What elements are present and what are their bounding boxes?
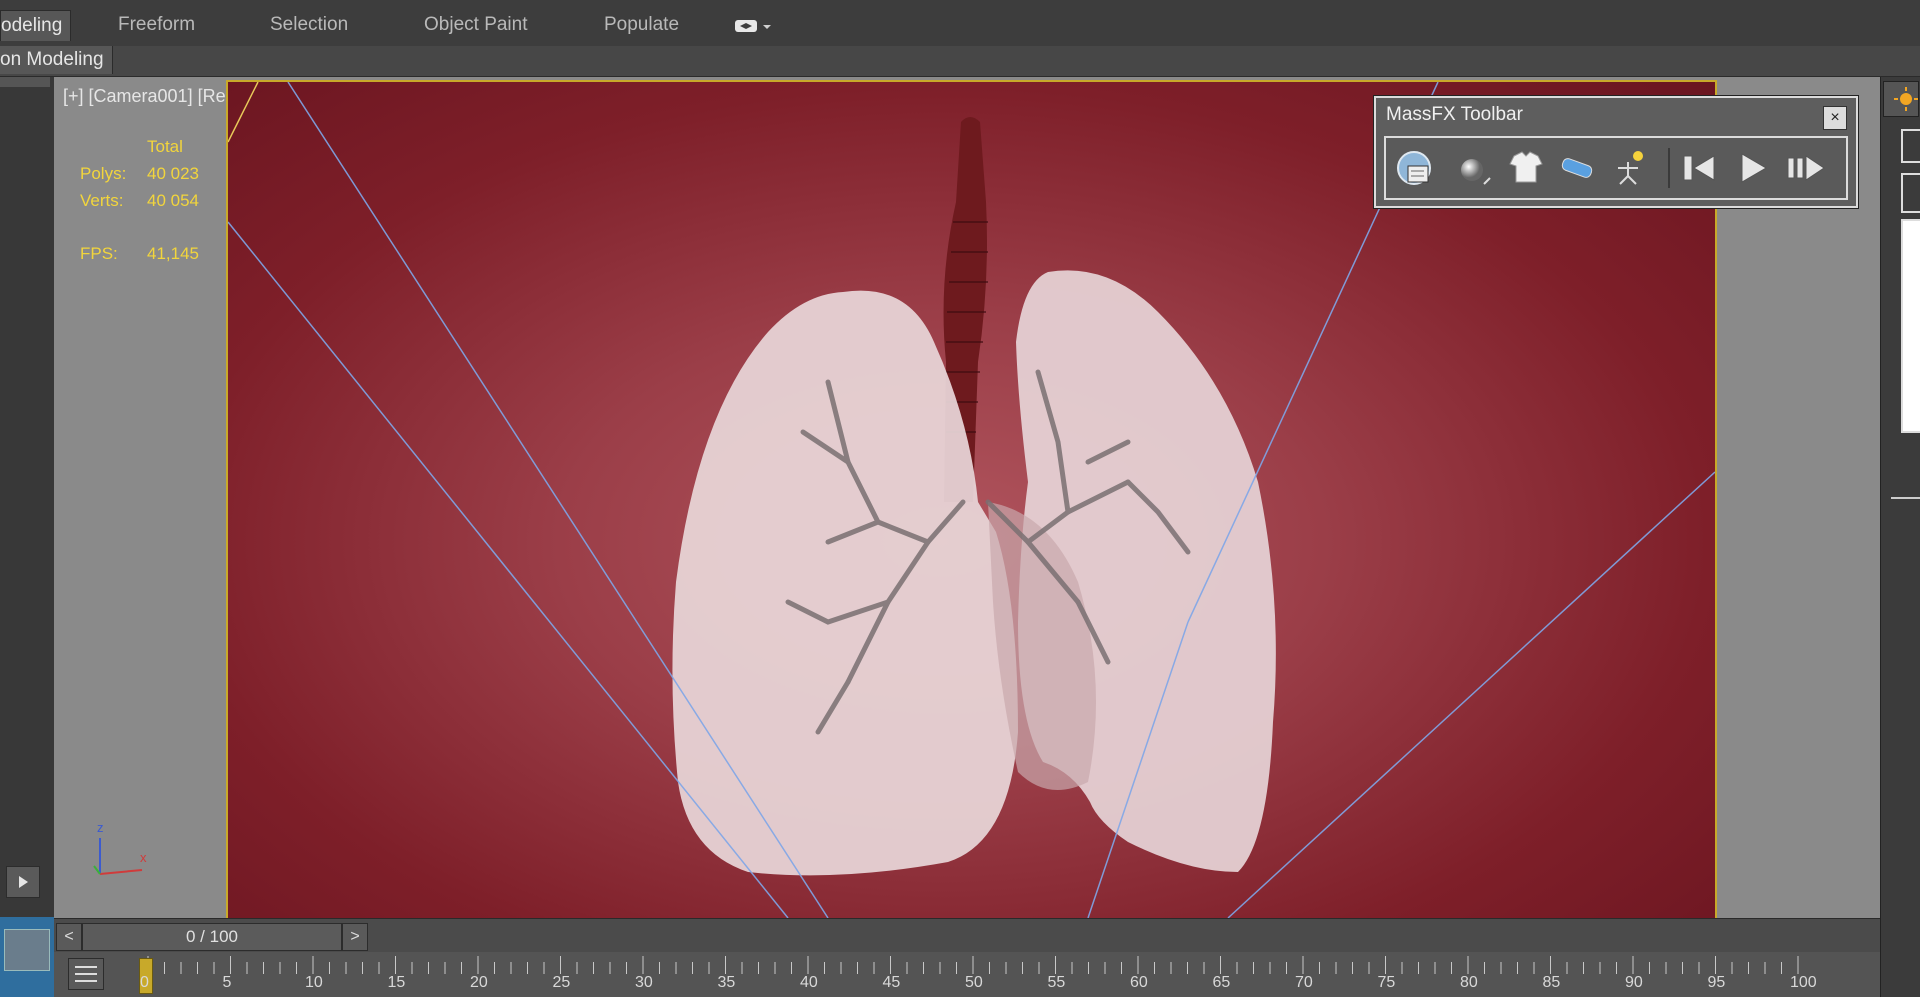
axis-z-label: z — [97, 820, 104, 835]
sun-icon — [1894, 87, 1918, 111]
panel-field[interactable] — [1901, 129, 1920, 163]
fps-value: 41,145 — [147, 244, 199, 263]
reset-simulation-button[interactable] — [1678, 146, 1722, 190]
massfx-title: MassFX Toolbar — [1386, 104, 1523, 125]
tick-label: 10 — [305, 974, 323, 991]
tick-label: 30 — [635, 974, 653, 991]
tick-label: 45 — [882, 974, 901, 991]
polys-value: 40 023 — [147, 164, 199, 183]
tick-label: 50 — [965, 974, 983, 991]
rigid-body-icon — [1461, 159, 1491, 185]
ribbon-tabs: odeling Freeform Selection Object Paint … — [0, 0, 1920, 47]
tick-label: 15 — [387, 974, 406, 991]
fps-label: FPS: — [80, 244, 118, 263]
ribbon-options-dropdown[interactable] — [734, 17, 774, 35]
play-icon — [19, 876, 28, 888]
world-settings-button[interactable] — [1394, 146, 1438, 190]
frame-display[interactable]: 0 / 100 — [82, 923, 342, 951]
track-bar[interactable]: 0 5 10 15 20 25 30 35 40 45 50 55 60 65 70 75 80 85 90 95 10… — [54, 952, 1880, 997]
curve-editor-icon — [75, 966, 97, 982]
command-panel — [1880, 77, 1920, 997]
ribbon-subbar — [0, 46, 1920, 77]
constraint-icon — [1561, 158, 1593, 178]
sun-button[interactable] — [1883, 81, 1919, 117]
tick-label: 25 — [552, 974, 571, 991]
track-ticks — [142, 952, 1902, 976]
ragdoll-button[interactable] — [1608, 146, 1652, 190]
panel-list[interactable] — [1901, 219, 1920, 433]
tab-freeform[interactable]: Freeform — [118, 10, 195, 40]
tick-label: 95 — [1707, 974, 1726, 991]
play-expand-button[interactable] — [6, 866, 40, 898]
axis-x-label: x — [140, 850, 147, 865]
polys-label: Polys: — [80, 164, 127, 183]
cloth-button[interactable] — [1504, 146, 1548, 190]
tick-label: 60 — [1130, 974, 1148, 991]
reset-simulation-icon — [1683, 155, 1715, 181]
axis-tripod: z x — [86, 820, 156, 880]
stats-header: Total — [147, 137, 183, 156]
verts-value: 40 054 — [147, 191, 199, 210]
curve-editor-button[interactable] — [68, 958, 104, 990]
tab-populate[interactable]: Populate — [604, 10, 679, 40]
tab-selection[interactable]: Selection — [270, 10, 348, 40]
tick-label: 40 — [800, 974, 818, 991]
tick-label: 75 — [1377, 974, 1396, 991]
tick-label: 80 — [1460, 974, 1478, 991]
step-simulation-icon — [1787, 155, 1825, 181]
tick-label: 55 — [1047, 974, 1066, 991]
tick-label: 35 — [717, 974, 736, 991]
constraint-button[interactable] — [1556, 146, 1600, 190]
start-simulation-icon — [1741, 153, 1767, 183]
cloth-icon — [1509, 151, 1543, 183]
tick-label: 100 — [1790, 974, 1817, 991]
eye-dropdown-icon — [735, 20, 771, 32]
left-sidebar-strip — [0, 77, 50, 87]
ragdoll-icon — [1618, 151, 1643, 185]
time-prev-button[interactable]: < — [56, 923, 82, 951]
left-sidebar — [0, 77, 54, 917]
tick-marks — [147, 956, 1799, 974]
tick-label: 0 — [140, 974, 149, 991]
tick-label: 70 — [1295, 974, 1313, 991]
massfx-close-button[interactable]: × — [1823, 106, 1847, 130]
verts-label: Verts: — [80, 191, 124, 210]
mini-listener[interactable] — [0, 917, 54, 997]
tab-object-paint[interactable]: Object Paint — [424, 10, 528, 40]
time-next-button[interactable]: > — [342, 923, 368, 951]
tick-label: 65 — [1212, 974, 1231, 991]
step-simulation-button[interactable] — [1784, 146, 1828, 190]
tick-label: 90 — [1625, 974, 1643, 991]
tab-modeling[interactable]: odeling — [0, 10, 72, 41]
start-simulation-button[interactable] — [1732, 146, 1776, 190]
tick-label: 5 — [222, 974, 232, 991]
massfx-toolbar[interactable]: MassFX Toolbar × — [1374, 96, 1858, 208]
rigid-body-button[interactable] — [1452, 146, 1496, 190]
panel-field-m[interactable] — [1901, 173, 1920, 213]
massfx-icon-bar — [1384, 136, 1848, 200]
world-settings-icon — [1397, 151, 1431, 185]
tick-labels: 0 5 10 15 20 25 30 35 40 45 50 55 60 65 70 75 80 85 90 95 10… — [140, 974, 1902, 996]
time-slider[interactable]: < 0 / 100 > — [54, 918, 1880, 953]
tab-polygon-modeling[interactable]: on Modeling — [0, 46, 113, 74]
panel-divider — [1891, 497, 1920, 499]
tick-label: 85 — [1542, 974, 1561, 991]
tick-label: 20 — [470, 974, 488, 991]
massfx-separator — [1668, 148, 1670, 188]
